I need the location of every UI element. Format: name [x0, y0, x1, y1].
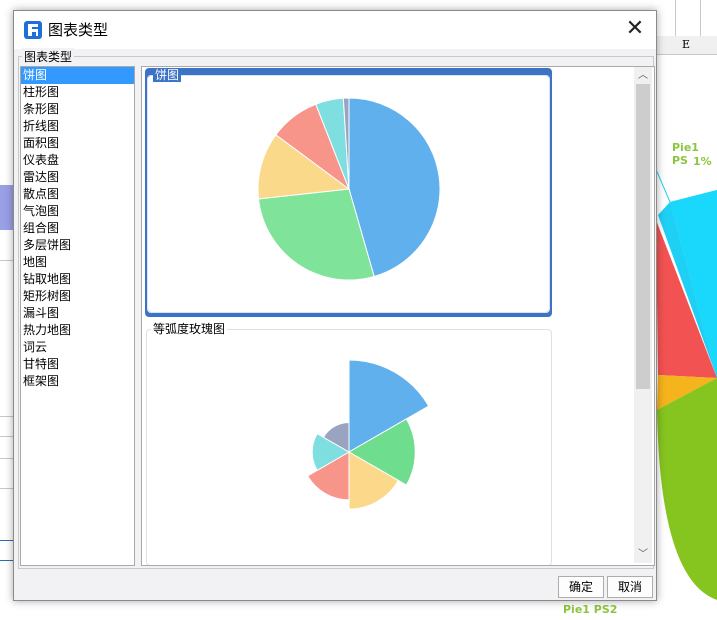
chart-type-item[interactable]: 矩形树图 [21, 288, 134, 305]
chart-type-item[interactable]: 面积图 [21, 135, 134, 152]
scroll-down-arrow-icon[interactable]: ﹀ [634, 546, 652, 563]
chart-type-item[interactable]: 散点图 [21, 186, 134, 203]
preview-card-pie[interactable]: 饼图 [145, 68, 552, 317]
close-icon[interactable]: ✕ [620, 17, 650, 43]
column-header-e[interactable]: E [655, 36, 717, 55]
chart-type-item[interactable]: 雷达图 [21, 169, 134, 186]
group-label: 图表类型 [22, 48, 75, 65]
chart-type-item[interactable]: 甘特图 [21, 356, 134, 373]
bg-pie-label-bottom: Pie1 PS2 [563, 603, 618, 616]
chart-type-item[interactable]: 热力地图 [21, 322, 134, 339]
grid-line [0, 416, 14, 417]
grid-line [0, 560, 14, 561]
chart-type-item[interactable]: 词云 [21, 339, 134, 356]
chart-type-item[interactable]: 漏斗图 [21, 305, 134, 322]
chart-type-item[interactable]: 折线图 [21, 118, 134, 135]
grid-line [700, 0, 701, 40]
preview-caption-rose: 等弧度玫瑰图 [151, 321, 228, 337]
preview-card-rose[interactable]: 等弧度玫瑰图 [146, 321, 552, 565]
chart-type-item[interactable]: 气泡图 [21, 203, 134, 220]
scroll-up-arrow-icon[interactable]: ︿ [634, 67, 652, 84]
grid-line [0, 488, 14, 489]
preview-card-body [147, 75, 550, 313]
preview-scrollbar[interactable]: ︿ ﹀ [634, 67, 652, 563]
chart-type-item[interactable]: 组合图 [21, 220, 134, 237]
chart-type-item[interactable]: 地图 [21, 254, 134, 271]
chart-type-item[interactable]: 多层饼图 [21, 237, 134, 254]
grid-line [0, 260, 14, 261]
grid-line [675, 0, 676, 40]
chart-type-item[interactable]: 条形图 [21, 101, 134, 118]
chart-type-item[interactable]: 钻取地图 [21, 271, 134, 288]
chart-type-item[interactable]: 柱形图 [21, 84, 134, 101]
background-shape [0, 185, 14, 230]
pie-preview-chart [257, 97, 441, 281]
app-logo-icon [24, 21, 42, 39]
grid-line [0, 436, 14, 437]
cancel-button[interactable]: 取消 [607, 576, 653, 598]
bg-pie-slice [657, 378, 717, 600]
chart-type-item[interactable]: 仪表盘 [21, 152, 134, 169]
grid-line [0, 458, 14, 459]
preview-caption-pie: 饼图 [153, 68, 182, 82]
dialog-title: 图表类型 [48, 21, 109, 39]
grid-line [0, 540, 14, 541]
bg-pie-percent: 1% [693, 155, 712, 168]
ok-button[interactable]: 确定 [558, 576, 604, 598]
chart-type-list[interactable]: 饼图 柱形图 条形图 折线图 面积图 仪表盘 雷达图 散点图 气泡图 组合图 多层饼图 地图 钻取地图矩… [20, 66, 135, 566]
chart-type-dialog: 图表类型 ✕ 图表类型 饼图 柱形图 条形图 折线图 面积图 仪表盘 雷达图 散点图 气泡图 组合… [13, 10, 657, 601]
chart-type-item[interactable]: 框架图 [21, 373, 134, 390]
chart-preview-pane[interactable]: 饼图 等弧度玫瑰图 ︿ ﹀ [141, 66, 655, 566]
chart-type-item[interactable]: 饼图 [21, 67, 134, 84]
scroll-thumb[interactable] [636, 84, 650, 389]
title-bar[interactable]: 图表类型 ✕ [14, 11, 656, 49]
rose-preview-chart [306, 359, 430, 510]
